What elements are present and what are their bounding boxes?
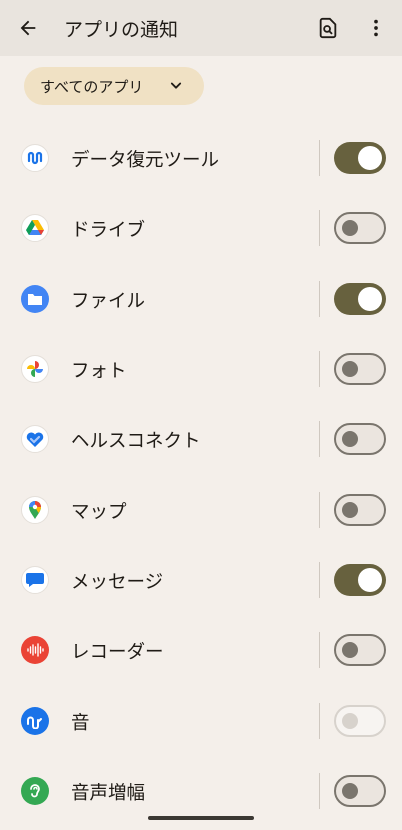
- chevron-down-icon: [170, 82, 182, 89]
- photos-icon: [21, 355, 49, 383]
- app-name: レコーダー: [71, 642, 164, 663]
- app-row-health-connect[interactable]: ヘルスコネクト: [0, 404, 402, 474]
- divider: [319, 632, 320, 668]
- divider: [319, 562, 320, 598]
- notification-toggle[interactable]: [334, 494, 386, 526]
- search-button[interactable]: [312, 12, 344, 44]
- notification-toggle[interactable]: [334, 283, 386, 315]
- app-row-sound[interactable]: 音: [0, 686, 402, 756]
- more-options-button[interactable]: [360, 12, 392, 44]
- arrow-back-icon: [20, 20, 36, 36]
- page-title: アプリの通知: [64, 19, 179, 41]
- app-name: メッセージ: [71, 572, 164, 593]
- sound-amplifier-icon: [21, 777, 49, 805]
- divider: [319, 281, 320, 317]
- app-filter-label: すべてのアプリ: [40, 78, 144, 96]
- divider: [319, 421, 320, 457]
- notification-toggle[interactable]: [334, 564, 386, 596]
- app-bar: アプリの通知: [0, 0, 402, 56]
- app-filter-dropdown[interactable]: すべてのアプリ: [24, 67, 204, 105]
- notification-toggle[interactable]: [334, 634, 386, 666]
- divider: [319, 210, 320, 246]
- notification-toggle[interactable]: [334, 212, 386, 244]
- data-restore-icon: [21, 144, 49, 172]
- app-row-drive[interactable]: ドライブ: [0, 193, 402, 263]
- back-button[interactable]: [12, 12, 44, 44]
- app-row-files[interactable]: ファイル: [0, 264, 402, 334]
- notification-toggle[interactable]: [334, 353, 386, 385]
- divider: [319, 773, 320, 809]
- gesture-navigation-handle[interactable]: [148, 816, 254, 820]
- drive-icon: [21, 214, 49, 242]
- sound-icon: [21, 707, 49, 735]
- app-row-messages[interactable]: メッセージ: [0, 545, 402, 615]
- notification-toggle[interactable]: [334, 142, 386, 174]
- search-in-page-icon: [319, 17, 337, 39]
- notification-toggle[interactable]: [334, 423, 386, 455]
- app-row-data-restore[interactable]: データ復元ツール: [0, 123, 402, 193]
- app-name: 音: [71, 713, 90, 734]
- notification-toggle[interactable]: [334, 775, 386, 807]
- app-name: 音声増幅: [71, 783, 146, 804]
- files-icon: [21, 285, 49, 313]
- divider: [319, 351, 320, 387]
- divider: [319, 703, 320, 739]
- app-row-recorder[interactable]: レコーダー: [0, 615, 402, 685]
- divider: [319, 492, 320, 528]
- more-vert-icon: [374, 19, 378, 37]
- app-name: ドライブ: [71, 220, 146, 241]
- maps-icon: [21, 496, 49, 524]
- app-name: ファイル: [71, 291, 146, 312]
- app-name: フォト: [71, 361, 127, 382]
- app-name: ヘルスコネクト: [71, 431, 201, 452]
- messages-icon: [21, 566, 49, 594]
- recorder-icon: [21, 636, 49, 664]
- app-row-photos[interactable]: フォト: [0, 334, 402, 404]
- health-connect-icon: [21, 425, 49, 453]
- divider: [319, 140, 320, 176]
- app-name: マップ: [71, 502, 127, 523]
- app-name: データ復元ツール: [71, 150, 220, 171]
- notification-toggle[interactable]: [334, 705, 386, 737]
- app-row-maps[interactable]: マップ: [0, 475, 402, 545]
